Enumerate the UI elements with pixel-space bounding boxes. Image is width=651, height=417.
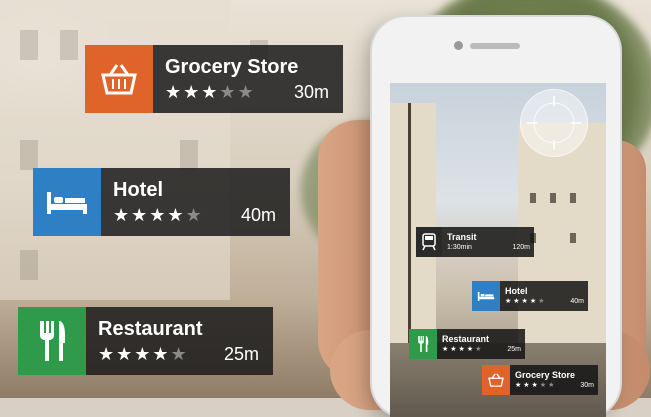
- ar-tag-title: Hotel: [505, 285, 528, 296]
- bed-icon: [33, 168, 101, 236]
- window: [570, 233, 576, 243]
- poi-card-hotel[interactable]: Hotel ★★★★★ 40m: [33, 168, 290, 236]
- ar-tag-transit[interactable]: Transit 1:30min 120m: [416, 227, 534, 257]
- ar-tag-restaurant[interactable]: Restaurant ★★★★★ 25m: [409, 329, 525, 359]
- ar-tag-grocery[interactable]: Grocery Store ★★★★★ 30m: [482, 365, 598, 395]
- ar-tag-subtitle: 1:30min: [447, 243, 472, 251]
- front-camera: [454, 41, 463, 50]
- ar-tag-title: Transit: [447, 231, 477, 242]
- smartphone: Transit 1:30min 120m Hotel ★★★★★ 40m Resta…: [372, 17, 620, 417]
- ar-tag-title: Grocery Store: [515, 369, 576, 380]
- window: [180, 140, 198, 170]
- window: [20, 30, 38, 60]
- poi-card-restaurant[interactable]: Restaurant ★★★★★ 25m: [18, 307, 273, 375]
- ar-tag-distance: 25m: [507, 345, 521, 353]
- poi-distance: 30m: [293, 82, 329, 102]
- ar-tag-distance: 30m: [580, 381, 594, 389]
- ar-tag-distance: 40m: [570, 297, 584, 305]
- window: [20, 250, 38, 280]
- ar-tag-distance: 120m: [512, 243, 530, 251]
- window: [550, 193, 556, 203]
- rating-stars: ★★★★★: [515, 381, 557, 389]
- poi-distance: 40m: [240, 205, 276, 225]
- street-lamp: [408, 103, 411, 363]
- window: [60, 30, 78, 60]
- rating-stars: ★★★★★: [113, 205, 204, 225]
- ar-tag-title: Restaurant: [442, 333, 490, 344]
- phone-screen-ar-view[interactable]: Transit 1:30min 120m Hotel ★★★★★ 40m Resta…: [390, 83, 606, 417]
- poi-card-grocery[interactable]: Grocery Store ★★★★★ 30m: [85, 45, 343, 113]
- window: [530, 193, 536, 203]
- bed-icon: [472, 281, 500, 311]
- poi-title: Restaurant: [98, 318, 203, 340]
- rating-stars: ★★★★★: [98, 344, 189, 364]
- rating-stars: ★★★★★: [505, 297, 547, 305]
- train-icon: [416, 227, 442, 257]
- poi-distance: 25m: [223, 344, 259, 364]
- compass-radar[interactable]: [520, 89, 588, 157]
- ar-tag-hotel[interactable]: Hotel ★★★★★ 40m: [472, 281, 588, 311]
- building: [390, 103, 436, 343]
- poi-title: Grocery Store: [165, 56, 299, 78]
- poi-title: Hotel: [113, 179, 163, 201]
- rating-stars: ★★★★★: [165, 82, 256, 102]
- window: [570, 193, 576, 203]
- speaker: [470, 43, 520, 49]
- shopping-basket-icon: [482, 365, 510, 395]
- shopping-basket-icon: [85, 45, 153, 113]
- window: [20, 140, 38, 170]
- fork-knife-icon: [409, 329, 437, 359]
- rating-stars: ★★★★★: [442, 345, 484, 353]
- fork-knife-icon: [18, 307, 86, 375]
